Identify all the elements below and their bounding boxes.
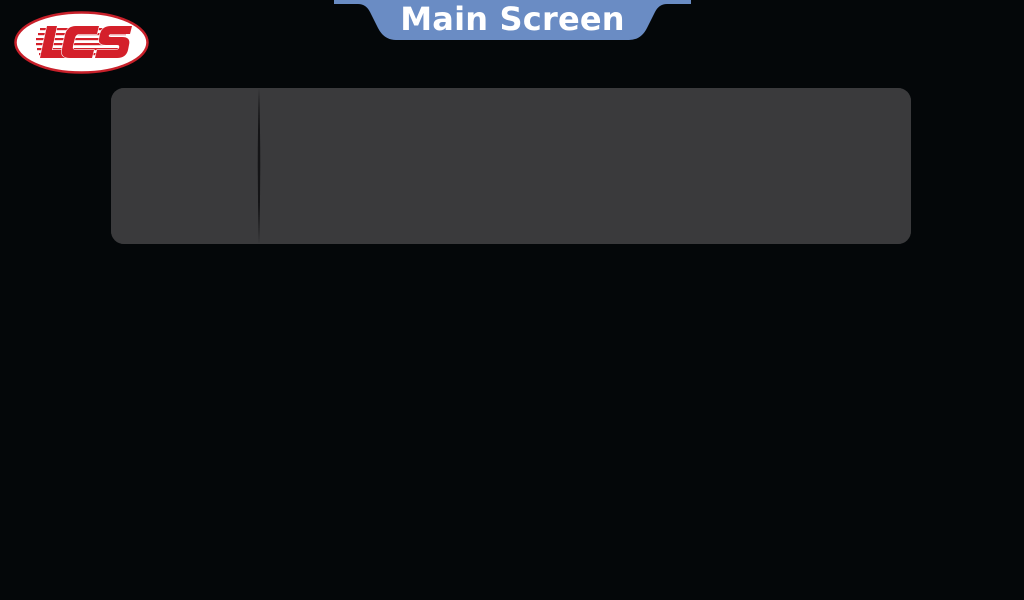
screen-title-tab: Main Screen xyxy=(334,0,691,40)
page-title: Main Screen xyxy=(400,0,625,38)
main-screen: Main Screen xyxy=(0,0,1024,600)
panel-right-section xyxy=(261,88,911,244)
panel-left-section xyxy=(111,88,258,244)
lcs-logo xyxy=(14,11,149,74)
main-panel xyxy=(111,88,911,244)
